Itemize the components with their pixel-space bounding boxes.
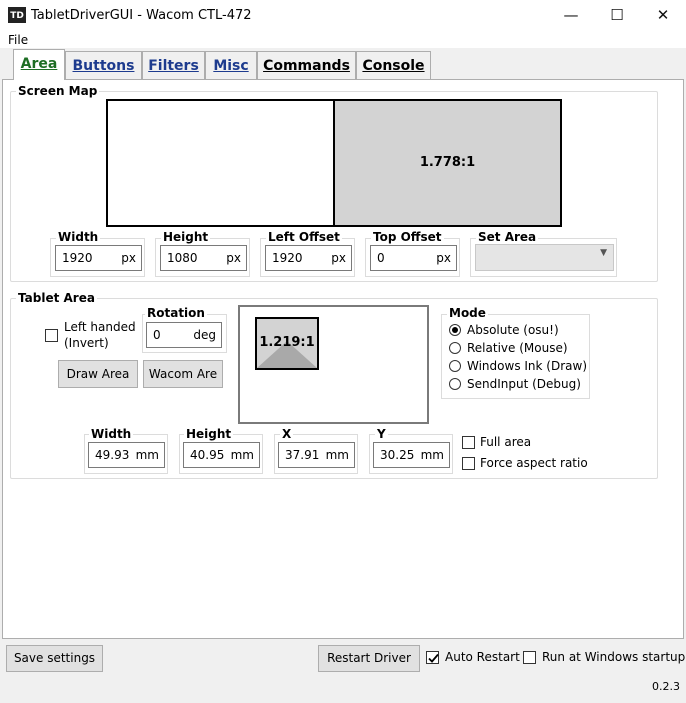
screen-height-input[interactable]: 1080 px xyxy=(160,245,247,271)
tab-commands[interactable]: Commands xyxy=(257,51,356,79)
screen-width-input[interactable]: 1920 px xyxy=(55,245,142,271)
mode-label-relative: Relative (Mouse) xyxy=(467,341,568,355)
screen-map-title: Screen Map xyxy=(16,84,100,98)
app-icon: TD xyxy=(8,7,26,23)
tablet-y-input[interactable]: 30.25 mm xyxy=(373,442,450,468)
tablet-width-label: Width xyxy=(89,427,134,441)
mode-label-absolute: Absolute (osu!) xyxy=(467,323,559,337)
screen-preview-selected: 1.778:1 xyxy=(333,99,562,227)
mode-radio-absolute[interactable] xyxy=(449,324,461,336)
full-area-label: Full area xyxy=(480,435,532,449)
tab-buttons[interactable]: Buttons xyxy=(65,51,142,79)
mode-radio-windows-ink[interactable] xyxy=(449,360,461,372)
menu-bar xyxy=(0,31,686,49)
mode-radio-relative[interactable] xyxy=(449,342,461,354)
auto-restart-label: Auto Restart xyxy=(445,650,520,664)
screen-ratio: 1.778:1 xyxy=(419,155,476,170)
left-offset-label: Left Offset xyxy=(266,230,342,244)
tablet-width-input[interactable]: 49.93 mm xyxy=(88,442,165,468)
draw-area-button[interactable]: Draw Area xyxy=(58,360,138,388)
left-handed-label-line1: Left handed xyxy=(64,320,136,334)
restart-driver-button[interactable]: Restart Driver xyxy=(318,645,420,672)
checkmark-icon xyxy=(428,653,439,663)
tab-filters[interactable]: Filters xyxy=(142,51,205,79)
mode-label-windows-ink: Windows Ink (Draw) xyxy=(467,359,587,373)
tablet-height-input[interactable]: 40.95 mm xyxy=(183,442,260,468)
auto-restart-checkbox[interactable] xyxy=(426,651,439,664)
maximize-button[interactable]: ☐ xyxy=(594,0,640,31)
tab-console[interactable]: Console xyxy=(356,51,431,79)
screen-width-label: Width xyxy=(56,230,101,244)
top-offset-input[interactable]: 0 px xyxy=(370,245,457,271)
screen-height-label: Height xyxy=(161,230,211,244)
tab-area[interactable]: Area xyxy=(13,49,65,80)
menu-file[interactable]: File xyxy=(8,31,28,49)
wacom-area-button[interactable]: Wacom Are xyxy=(143,360,223,388)
screen-preview-monitor-1 xyxy=(106,99,335,227)
close-button[interactable]: ✕ xyxy=(640,0,686,31)
rotation-label: Rotation xyxy=(145,306,207,320)
left-handed-label-line2: (Invert) xyxy=(64,336,109,350)
left-offset-input[interactable]: 1920 px xyxy=(265,245,352,271)
left-handed-checkbox[interactable] xyxy=(45,329,58,342)
tablet-height-label: Height xyxy=(184,427,234,441)
set-area-dropdown[interactable]: ▼ xyxy=(475,244,614,271)
save-settings-button[interactable]: Save settings xyxy=(6,645,103,672)
top-offset-label: Top Offset xyxy=(371,230,444,244)
chevron-down-icon: ▼ xyxy=(600,248,607,258)
version-text: 0.2.3 xyxy=(652,680,680,693)
rotation-input[interactable]: 0 deg xyxy=(146,322,222,348)
minimize-button[interactable]: — xyxy=(548,0,594,31)
tablet-area-rect: 1.219:1 xyxy=(255,317,319,370)
full-area-checkbox[interactable] xyxy=(462,436,475,449)
run-at-startup-label: Run at Windows startup xyxy=(542,650,686,664)
mode-title: Mode xyxy=(447,306,488,320)
tab-misc[interactable]: Misc xyxy=(205,51,257,79)
tablet-area-title: Tablet Area xyxy=(16,291,97,305)
tablet-x-label: X xyxy=(280,427,294,441)
tablet-x-input[interactable]: 37.91 mm xyxy=(278,442,355,468)
window-title: TabletDriverGUI - Wacom CTL-472 xyxy=(31,8,252,23)
force-aspect-label: Force aspect ratio xyxy=(480,456,588,470)
run-at-startup-checkbox[interactable] xyxy=(523,651,536,664)
set-area-label: Set Area xyxy=(476,230,539,244)
mode-radio-sendinput[interactable] xyxy=(449,378,461,390)
tablet-y-label: Y xyxy=(375,427,388,441)
force-aspect-checkbox[interactable] xyxy=(462,457,475,470)
tablet-ratio: 1.219:1 xyxy=(259,335,315,350)
mode-label-sendinput: SendInput (Debug) xyxy=(467,377,581,391)
